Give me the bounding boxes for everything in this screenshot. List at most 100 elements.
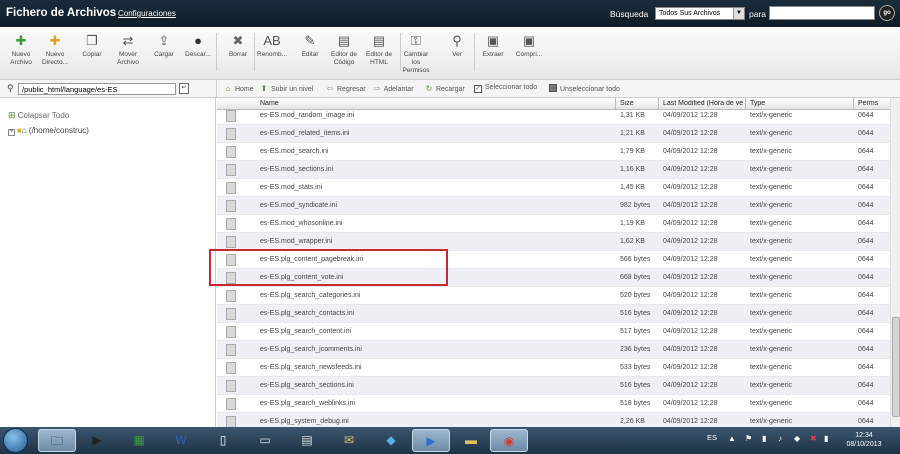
table-row[interactable]: es-ES.plg_search_jcomments.ini 236 bytes 0… (217, 341, 890, 359)
file-icon (226, 182, 236, 194)
column-divider[interactable] (853, 98, 854, 110)
toolbar-new-file-button[interactable]: ✚ Nuevo Archivo (4, 33, 38, 67)
search-scope-select[interactable]: Todos Sus Archivos ▼ (655, 7, 745, 20)
power-icon[interactable]: ▮ (824, 434, 828, 443)
toolbar-new-folder-button[interactable]: ✚ Nuevo Directo... (38, 33, 72, 67)
file-icon (226, 308, 236, 320)
table-row[interactable]: es-ES.mod_sections.ini 1,16 KB 04/09/2012 … (217, 161, 890, 179)
path-input[interactable]: /public_html/language/es-ES (18, 83, 176, 95)
forward-button[interactable]: ⇨ Adelantar (372, 84, 414, 93)
cell-perms: 0644 (858, 364, 874, 371)
back-button[interactable]: ⇦ Regresar (325, 84, 366, 93)
cell-type: text/x-generic (750, 202, 793, 209)
file-icon (226, 344, 236, 356)
player-task-icon[interactable]: ▶ (412, 429, 450, 452)
toolbar-code-editor-button[interactable]: ▤ Editor de Código (327, 33, 361, 67)
word-task-icon[interactable]: W (162, 429, 200, 452)
collapse-all-button[interactable]: ⊞ Colapsar Todo (8, 110, 69, 121)
up-level-button[interactable]: ⬆ Subir un nivel (259, 84, 314, 93)
table-row[interactable]: es-ES.plg_search_newsfeeds.ini 533 bytes 0… (217, 359, 890, 377)
toolbar-button-label: Renomb... (257, 51, 287, 58)
table-row[interactable]: es-ES.mod_search.ini 1,79 KB 04/09/2012 12… (217, 143, 890, 161)
tree-root-node[interactable]: + ■⌂ (/home/construc) (8, 126, 89, 136)
extract-icon: ▣ (486, 33, 500, 48)
cell-name: es-ES.plg_search_weblinks.ini (260, 400, 355, 407)
cell-name: es-ES.mod_wrapper.ini (260, 238, 333, 245)
go-button[interactable]: go (879, 5, 895, 21)
explorer-task-icon[interactable]: 🗀 (38, 429, 76, 452)
toolbar-rename-button[interactable]: AB Renomb... (255, 33, 289, 59)
toolbar-compress-button[interactable]: ▣ Compri... (512, 33, 546, 59)
cell-size: 520 bytes (620, 292, 651, 299)
column-divider[interactable] (745, 98, 746, 110)
reload-button[interactable]: ↻ Recargar (424, 84, 465, 93)
clock[interactable]: 12:34 08/10/2013 (838, 431, 890, 449)
table-row[interactable]: es-ES.mod_syndicate.ini 982 bytes 04/09/20… (217, 197, 890, 215)
cell-type: text/x-generic (750, 400, 793, 407)
file-icon (226, 362, 236, 374)
toolbar-permissions-button[interactable]: ⚿ Cambiar los Permisos (399, 33, 433, 75)
column-size-header[interactable]: Size (620, 100, 634, 107)
security-icon[interactable]: ✖ (810, 434, 817, 443)
document-task-icon[interactable]: ▯ (204, 429, 242, 452)
table-row[interactable]: es-ES.plg_search_content.ini 517 bytes 04/… (217, 323, 890, 341)
chevron-up-icon[interactable]: ▲ (728, 434, 736, 443)
mail-task-icon[interactable]: ✉ (330, 429, 368, 452)
calculator-task-icon[interactable]: ▤ (288, 429, 326, 452)
chrome-task-icon[interactable]: ◉ (490, 429, 528, 452)
dropbox-task-icon[interactable]: ◆ (372, 429, 410, 452)
cell-size: 1,79 KB (620, 148, 645, 155)
table-row[interactable]: es-ES.mod_related_items.ini 1,21 KB 04/09/… (217, 125, 890, 143)
table-row[interactable]: es-ES.plg_search_sections.ini 516 bytes 04… (217, 377, 890, 395)
expand-icon[interactable]: + (8, 129, 15, 136)
select-all-button[interactable]: ✓ Seleccionar todo (474, 84, 537, 93)
toolbar-extract-button[interactable]: ▣ Extraer (476, 33, 510, 59)
reload-label: Recargar (435, 86, 465, 93)
network-icon[interactable]: ▮ (762, 434, 766, 443)
home-button[interactable]: ⌂ Home (223, 84, 254, 93)
toolbar-delete-button[interactable]: ✖ Borrar (221, 33, 255, 59)
toolbar-button-label: Cambiar los Permisos (402, 51, 430, 74)
start-button[interactable] (3, 428, 28, 453)
toolbar-download-button[interactable]: ● Descar... (181, 33, 215, 59)
toolbar-edit-button[interactable]: ✎ Editar (293, 33, 327, 59)
search-input[interactable] (769, 6, 875, 20)
excel-task-icon[interactable]: ▦ (120, 429, 158, 452)
vertical-scrollbar[interactable] (890, 98, 900, 427)
cell-size: 518 bytes (620, 400, 651, 407)
config-link[interactable]: Configuraciones (118, 9, 176, 18)
volume-icon[interactable]: ♪ (778, 434, 782, 443)
cell-name: es-ES.mod_random_image.ini (260, 112, 355, 119)
path-go-button[interactable]: ↵ (179, 83, 189, 94)
toolbar-upload-button[interactable]: ⇪ Cargar (147, 33, 181, 59)
table-row[interactable]: es-ES.mod_stats.ini 1,45 KB 04/09/2012 12:… (217, 179, 890, 197)
home-icon: ⌂ (21, 126, 27, 135)
table-row[interactable]: es-ES.mod_whosonline.ini 1,19 KB 04/09/201… (217, 215, 890, 233)
dropbox-tray-icon[interactable]: ◆ (794, 434, 800, 443)
toolbar-button-label: Compri... (515, 51, 543, 58)
column-type-header[interactable]: Type (750, 100, 765, 107)
scrollbar-thumb[interactable] (892, 317, 900, 417)
column-name-header[interactable]: Name (260, 100, 279, 107)
table-row[interactable]: es-ES.plg_search_categories.ini 520 bytes… (217, 287, 890, 305)
chevron-down-icon[interactable]: ▼ (733, 8, 744, 19)
column-perms-header[interactable]: Perms (858, 100, 878, 107)
folder-task-icon[interactable]: ▬ (452, 429, 490, 452)
toolbar-view-button[interactable]: ⚲ Ver (440, 33, 474, 59)
column-divider[interactable] (615, 98, 616, 110)
media-task-icon[interactable]: ▶ (78, 429, 116, 452)
column-divider[interactable] (658, 98, 659, 110)
cell-name: es-ES.plg_search_jcomments.ini (260, 346, 362, 353)
toolbar-html-editor-button[interactable]: ▤ Editor de HTML (362, 33, 396, 67)
toolbar-move-button[interactable]: ⇄ Mover Archivo (111, 33, 145, 67)
table-row[interactable]: es-ES.plg_search_contacts.ini 516 bytes 04… (217, 305, 890, 323)
flag-icon[interactable]: ⚑ (745, 434, 752, 443)
cell-modified: 04/09/2012 12:28 (663, 292, 718, 299)
table-row[interactable]: es-ES.plg_search_weblinks.ini 518 bytes 04… (217, 395, 890, 413)
toolbar-copy-button[interactable]: ❐ Copiar (75, 33, 109, 59)
monitor-task-icon[interactable]: ▭ (246, 429, 284, 452)
language-indicator[interactable]: ES (707, 433, 717, 442)
column-modified-header[interactable]: Last Modified (Hora de ve (663, 100, 745, 107)
table-row[interactable]: es-ES.plg_system_debug.ini 2,26 KB 04/09/2… (217, 413, 890, 427)
unselect-all-button[interactable]: Unseleccionar todo (549, 84, 620, 93)
